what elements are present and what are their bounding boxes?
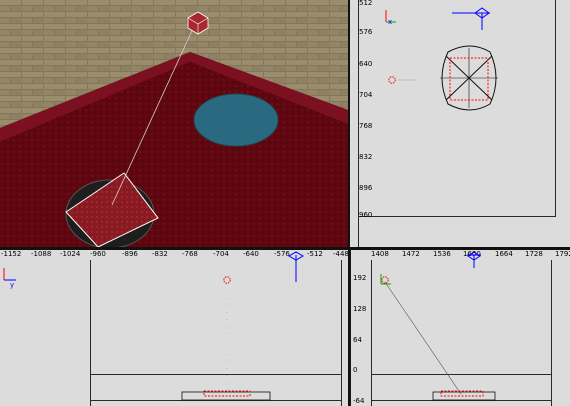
camera-icon xyxy=(452,7,490,30)
viewport-front[interactable]: 1408 1472 1536 1600 1664 1728 1792 192 1… xyxy=(351,250,570,406)
front-view-shapes xyxy=(380,251,496,401)
entity-marker-icon xyxy=(388,76,396,84)
viewport-side[interactable]: -1152 -1088 -1024 -960 -896 -832 -768 -7… xyxy=(0,250,349,406)
camera-icon xyxy=(287,251,305,282)
viewport-top[interactable]: 512 576 640 704 768 832 896 960 x xyxy=(350,0,570,249)
scene-3d xyxy=(0,0,348,247)
vertical-splitter[interactable] xyxy=(348,0,350,406)
axis-label: y xyxy=(10,281,14,289)
target-link-line xyxy=(384,281,462,395)
axis-x-label: x xyxy=(388,18,392,26)
viewport-3d[interactable] xyxy=(0,0,348,247)
horizontal-splitter[interactable] xyxy=(0,247,570,250)
water-pool xyxy=(193,93,279,147)
camera-icon xyxy=(467,251,481,268)
top-view-shapes: x xyxy=(385,7,498,111)
side-view-shapes: y xyxy=(3,251,305,401)
entity-marker-icon xyxy=(223,276,231,284)
